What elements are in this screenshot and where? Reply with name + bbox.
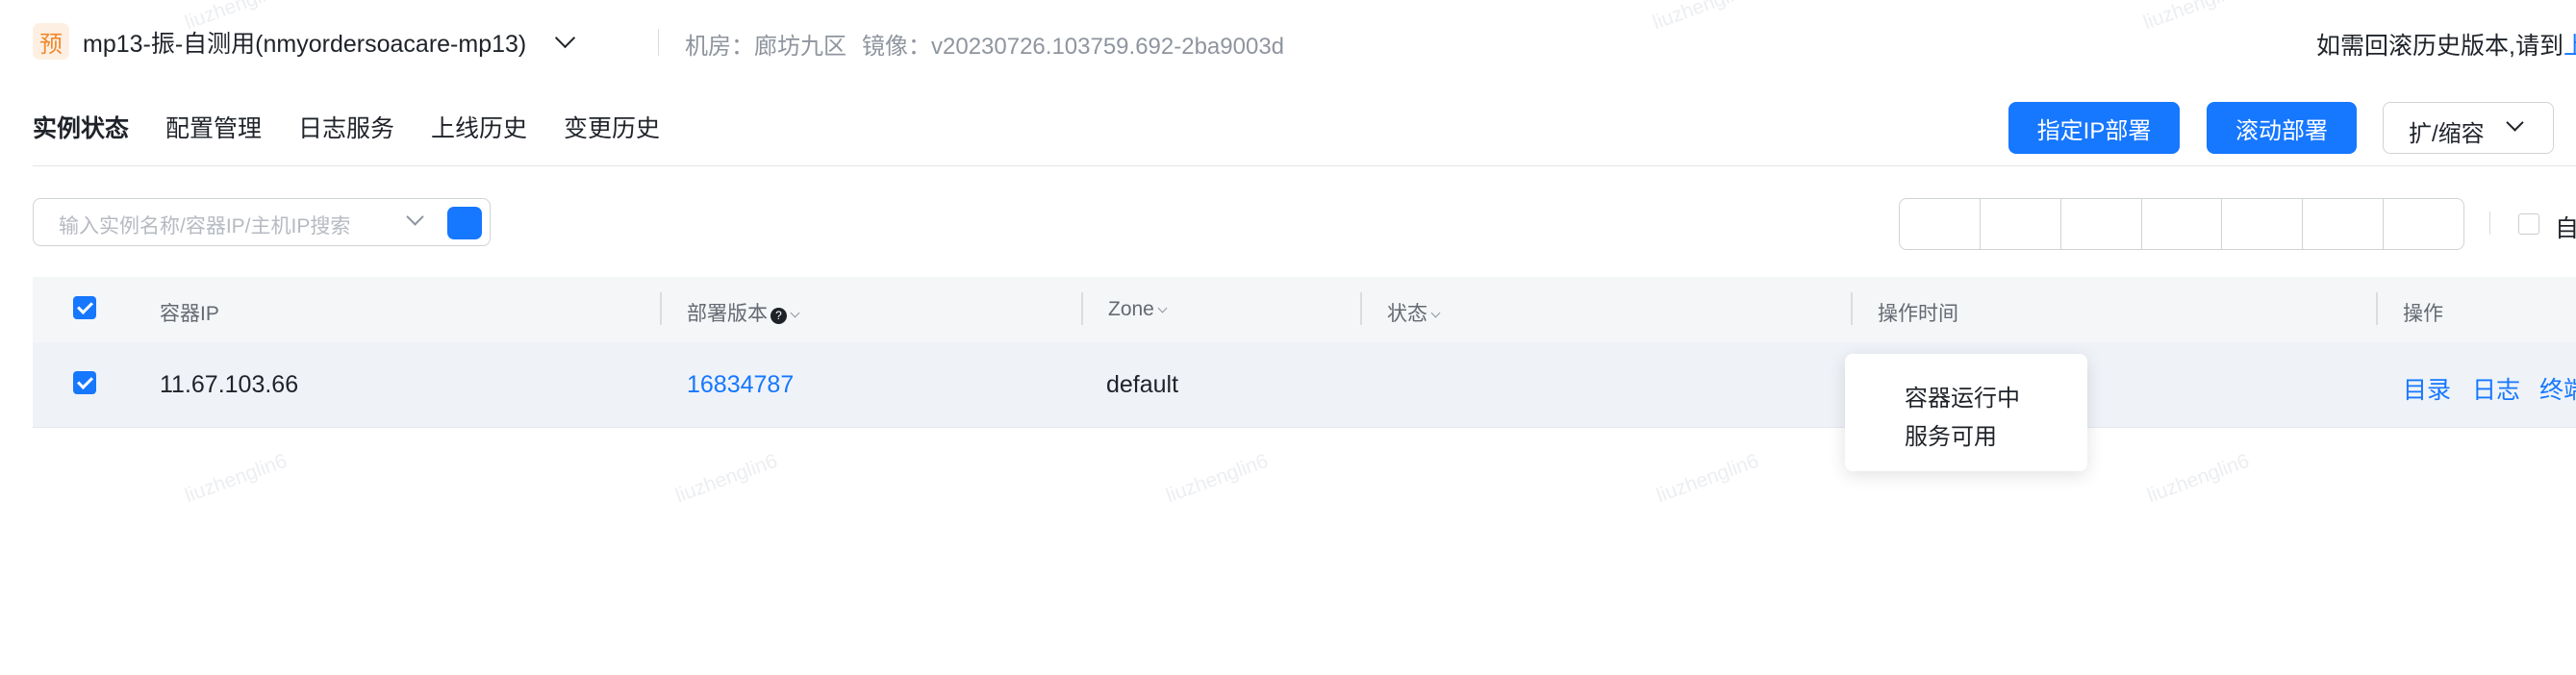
op-terminal-link[interactable]: 终端 bbox=[2539, 371, 2576, 406]
deploy-version-link[interactable]: 16834787 bbox=[687, 371, 794, 399]
help-icon[interactable]: ? bbox=[770, 308, 787, 324]
op-log-link[interactable]: 日志 bbox=[2472, 371, 2520, 406]
column-divider[interactable] bbox=[1851, 292, 1853, 325]
watermark: liuzhenglin6 bbox=[672, 449, 781, 508]
watermark: liuzhenglin6 bbox=[2144, 449, 2253, 508]
image-info: 镜像：v20230726.103759.692-2ba9003d bbox=[862, 34, 1285, 60]
column-divider[interactable] bbox=[1360, 292, 1362, 325]
col-op-time: 操作时间 bbox=[1878, 303, 1958, 325]
watermark: liuzhenglin6 bbox=[2140, 0, 2249, 35]
rollback-notice: 如需回滚历史版本,请到上 bbox=[2316, 27, 2576, 62]
auto-label: 自 bbox=[2555, 215, 2576, 242]
scale-button[interactable]: 扩/缩容 bbox=[2383, 102, 2554, 154]
filter-segment[interactable] bbox=[1981, 199, 2061, 249]
col-container-ip: 容器IP bbox=[160, 303, 219, 325]
app-title[interactable]: mp13-振-自测用(nmyordersoacare-mp13) bbox=[83, 25, 526, 60]
op-directory-link[interactable]: 目录 bbox=[2403, 371, 2451, 406]
scale-label: 扩/缩容 bbox=[2409, 121, 2485, 147]
tab-log-service[interactable]: 日志服务 bbox=[298, 110, 394, 144]
row-checkbox[interactable] bbox=[73, 371, 96, 394]
chevron-down-icon[interactable] bbox=[406, 208, 424, 226]
tab-release-history[interactable]: 上线历史 bbox=[431, 110, 527, 144]
search-button[interactable] bbox=[447, 207, 482, 239]
filter-segment[interactable] bbox=[1900, 199, 1981, 249]
chevron-down-icon bbox=[2506, 113, 2524, 132]
chevron-down-icon[interactable] bbox=[554, 27, 576, 49]
tab-instance-status[interactable]: 实例状态 bbox=[33, 110, 129, 144]
watermark: liuzhenglin6 bbox=[182, 449, 290, 508]
table-header: 容器IP 部署版本? Zone 状态 操作时间 操作 bbox=[33, 277, 2576, 342]
tooltip-line-available: 服务可用 bbox=[1905, 424, 1997, 450]
search-input[interactable]: 输入实例名称/容器IP/主机IP搜索 bbox=[33, 198, 491, 246]
tooltip-line-running: 容器运行中 bbox=[1905, 386, 2020, 412]
filter-segment[interactable] bbox=[2384, 199, 2463, 249]
env-badge: 预 bbox=[33, 23, 69, 60]
tab-config-management[interactable]: 配置管理 bbox=[165, 110, 262, 144]
column-divider[interactable] bbox=[1081, 292, 1083, 325]
tab-divider bbox=[33, 165, 2576, 166]
filter-icon[interactable] bbox=[1430, 308, 1441, 318]
select-all-checkbox[interactable] bbox=[73, 296, 96, 319]
col-deploy-version[interactable]: 部署版本? bbox=[687, 298, 800, 327]
room-info: 机房：廊坊九区 bbox=[685, 34, 846, 60]
search-placeholder: 输入实例名称/容器IP/主机IP搜索 bbox=[59, 215, 351, 238]
filter-segment[interactable] bbox=[2222, 199, 2304, 249]
sort-icon[interactable] bbox=[790, 308, 800, 318]
status-tooltip: 容器运行中 服务可用 bbox=[1845, 354, 2087, 471]
col-zone[interactable]: Zone bbox=[1108, 298, 1168, 321]
divider bbox=[2489, 212, 2490, 235]
watermark: liuzhenglin6 bbox=[1163, 449, 1272, 508]
auto-checkbox[interactable] bbox=[2518, 213, 2539, 235]
filter-segment[interactable] bbox=[2061, 199, 2142, 249]
col-status[interactable]: 状态 bbox=[1387, 298, 1441, 327]
tab-change-history[interactable]: 变更历史 bbox=[564, 110, 660, 144]
rollback-link[interactable]: 上 bbox=[2563, 33, 2576, 60]
rolling-deploy-button[interactable]: 滚动部署 bbox=[2207, 102, 2357, 154]
zone-cell: default bbox=[1106, 371, 1179, 398]
watermark: liuzhenglin6 bbox=[1650, 0, 1758, 35]
container-ip-cell: 11.67.103.66 bbox=[160, 371, 299, 398]
filter-segment[interactable] bbox=[2142, 199, 2223, 249]
divider bbox=[658, 29, 659, 56]
filter-icon[interactable] bbox=[1157, 303, 1168, 313]
watermark: liuzhenglin6 bbox=[1654, 449, 1762, 508]
filter-segments[interactable] bbox=[1899, 198, 2464, 250]
specify-ip-deploy-button[interactable]: 指定IP部署 bbox=[2008, 102, 2180, 154]
filter-segment[interactable] bbox=[2303, 199, 2385, 249]
column-divider[interactable] bbox=[660, 292, 662, 325]
table-row[interactable]: 11.67.103.66 16834787 default 目录 日志 终端 bbox=[33, 342, 2576, 428]
col-operation: 操作 bbox=[2403, 303, 2443, 325]
column-divider[interactable] bbox=[2376, 292, 2378, 325]
